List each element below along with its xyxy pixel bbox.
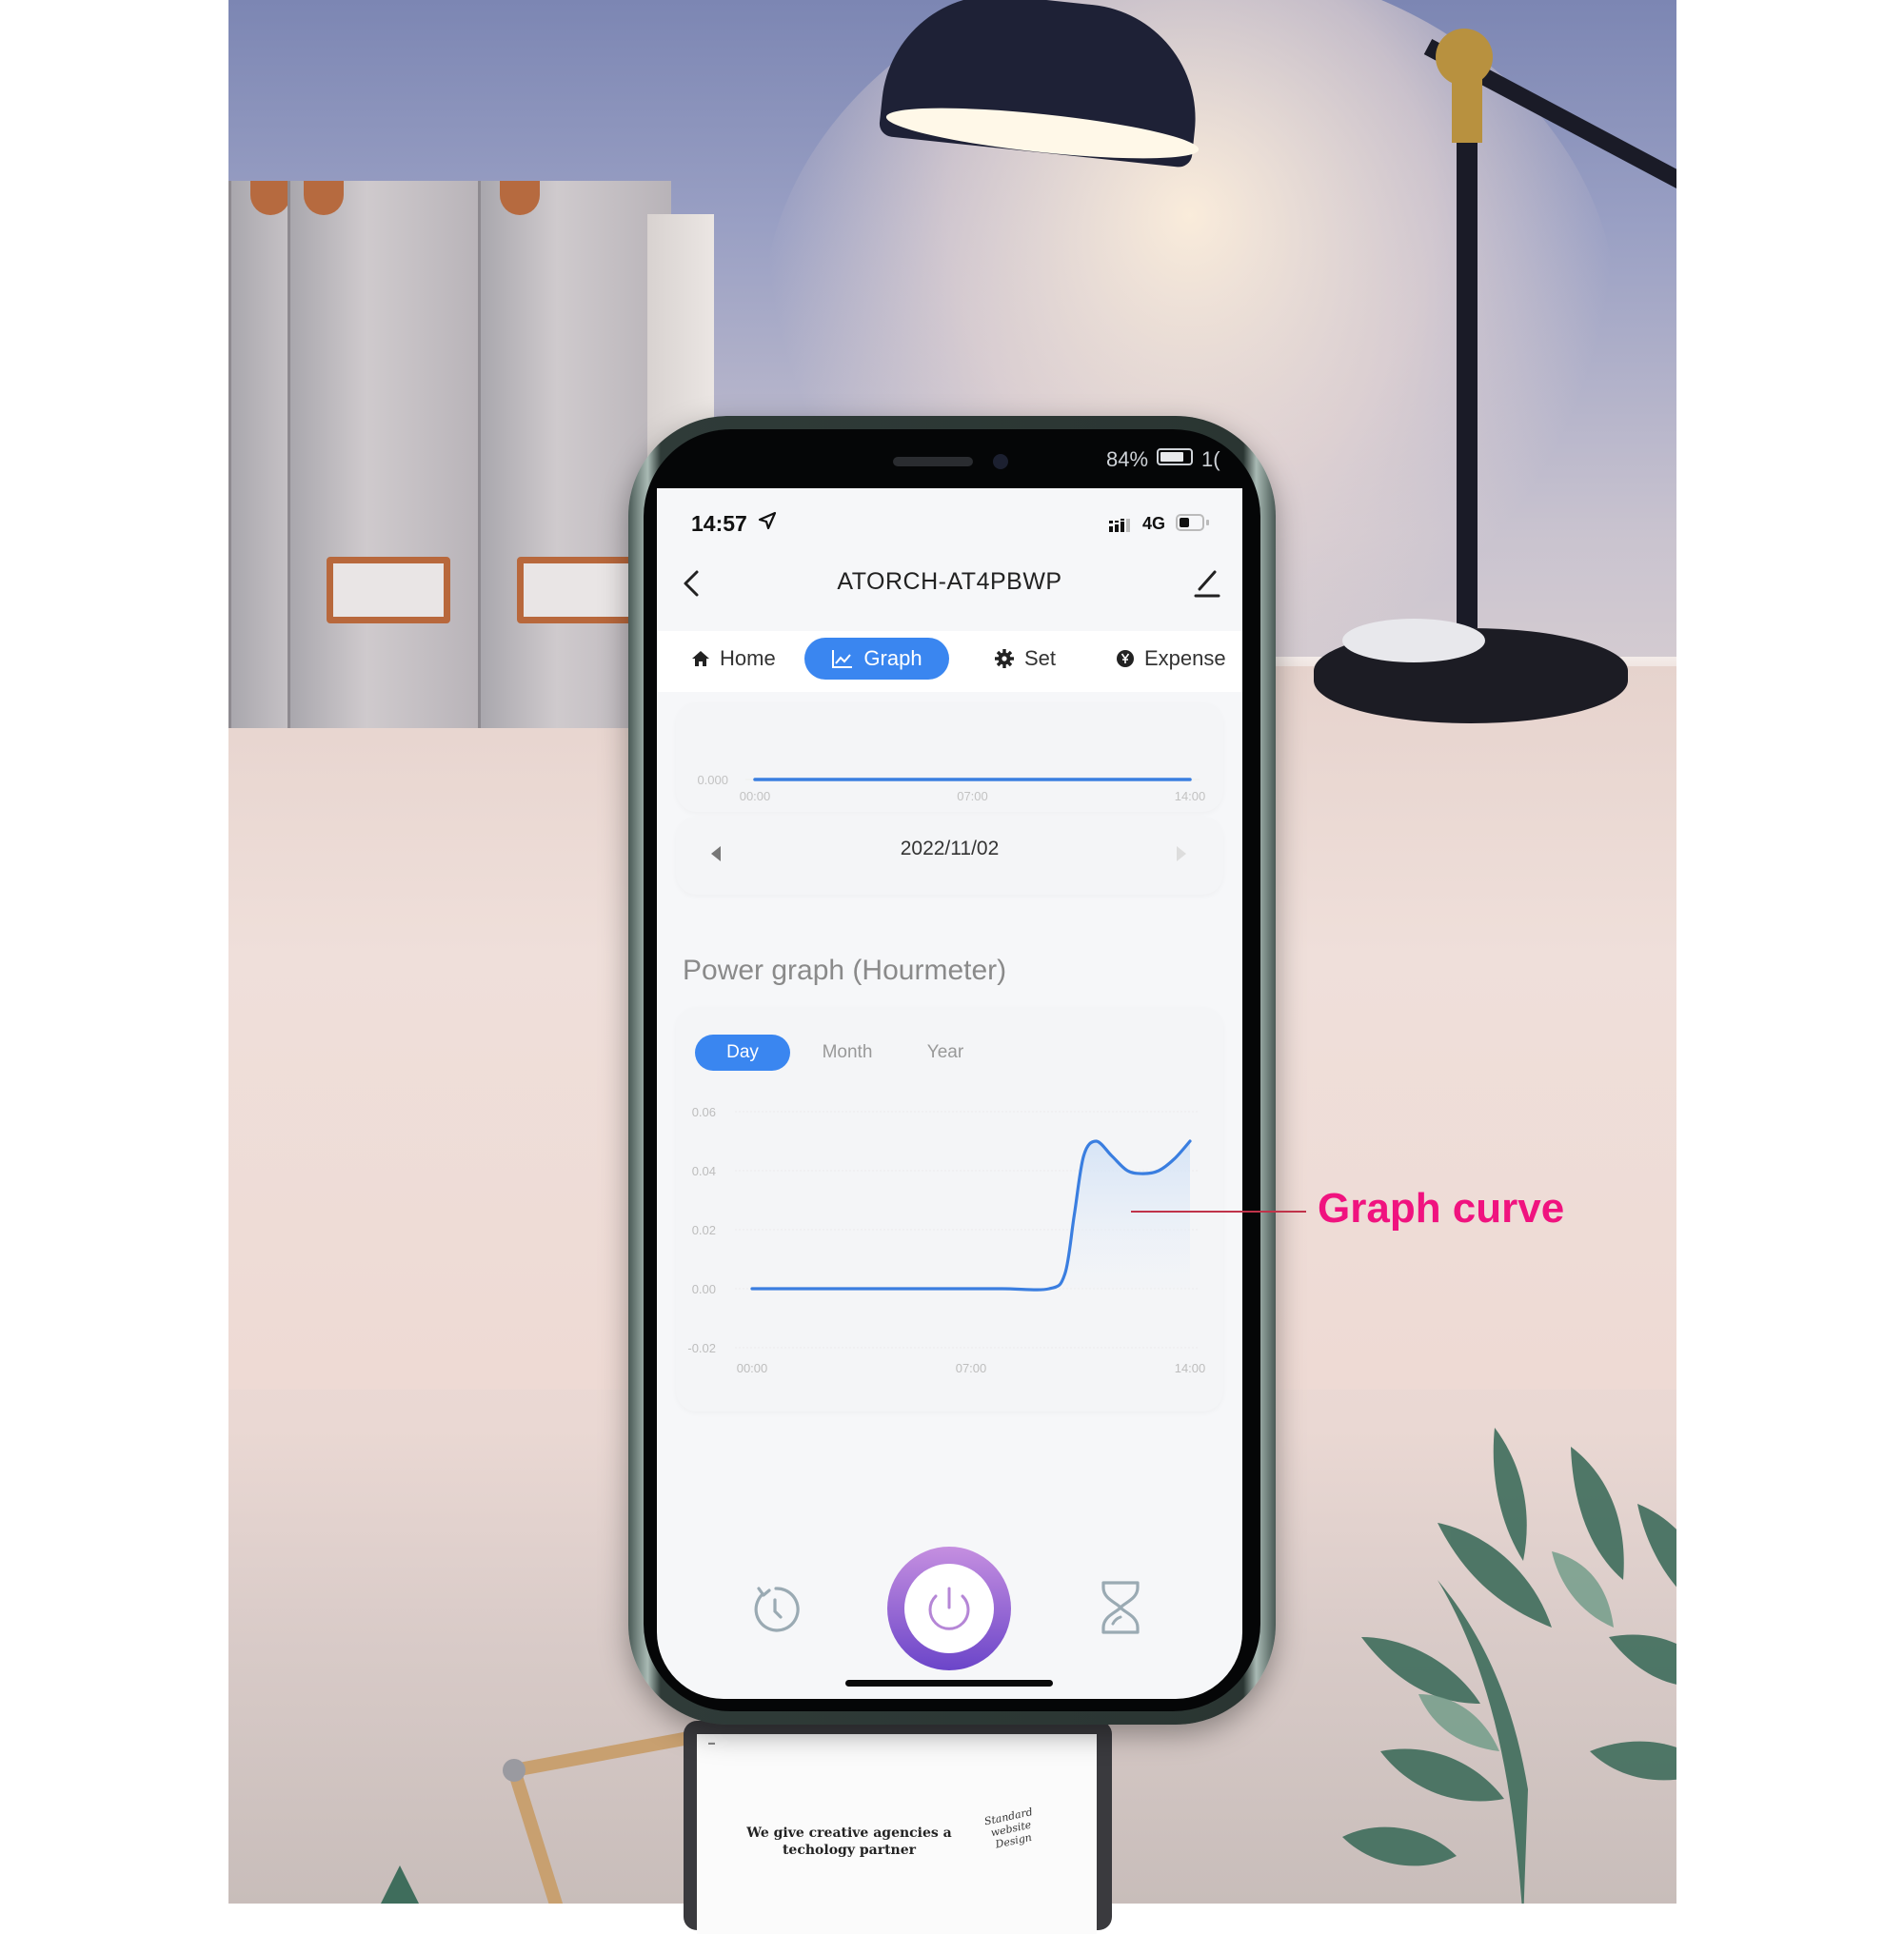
tab-home[interactable]: Home bbox=[691, 638, 776, 680]
line-chart-icon bbox=[831, 648, 854, 669]
power-graph-title: Power graph (Hourmeter) bbox=[683, 955, 1006, 987]
pencil-icon bbox=[1192, 566, 1222, 601]
background-tablet: ▬ We give creative agencies a techology … bbox=[684, 1721, 1112, 1930]
bezel-status-partial: 1( bbox=[1201, 447, 1220, 472]
annotation-label: Graph curve bbox=[1318, 1185, 1564, 1233]
magazine-file bbox=[288, 181, 481, 728]
home-indicator[interactable] bbox=[845, 1680, 1053, 1687]
y-tick-label: 0.000 bbox=[697, 773, 728, 787]
tablet-headline: We give creative agencies a techology pa… bbox=[744, 1825, 954, 1859]
x-tick-label: 00:00 bbox=[737, 1361, 768, 1375]
annotation-leader-line bbox=[1131, 1211, 1306, 1213]
tab-graph-label: Graph bbox=[863, 646, 922, 671]
period-year-button[interactable]: Year bbox=[898, 1035, 993, 1071]
yen-coin-icon bbox=[1116, 649, 1135, 668]
location-arrow-icon bbox=[758, 511, 777, 536]
gear-icon bbox=[994, 648, 1015, 669]
tab-set[interactable]: Set bbox=[994, 638, 1056, 680]
power-button-inner bbox=[904, 1564, 994, 1653]
period-month-button[interactable]: Month bbox=[800, 1035, 895, 1071]
schedule-button[interactable] bbox=[749, 1583, 803, 1641]
period-day-button[interactable]: Day bbox=[695, 1035, 790, 1071]
tab-expense-label: Expense bbox=[1144, 646, 1226, 671]
y-tick-label: -0.02 bbox=[687, 1341, 716, 1355]
front-camera bbox=[993, 454, 1008, 469]
energy-summary-chart: 0.000 00:00 07:00 14:00 bbox=[676, 702, 1223, 812]
y-tick-label: 0.06 bbox=[692, 1105, 716, 1119]
network-type: 4G bbox=[1142, 514, 1165, 534]
selected-date: 2022/11/02 bbox=[657, 838, 1242, 860]
caret-right-icon bbox=[1174, 844, 1189, 863]
lamp-joint bbox=[1452, 76, 1482, 143]
battery-tip bbox=[1206, 520, 1209, 525]
home-icon bbox=[691, 649, 710, 668]
tablet-logo: ▬ bbox=[708, 1740, 715, 1747]
bezel-battery-icon bbox=[1157, 448, 1193, 465]
wireless-charger bbox=[1342, 619, 1485, 662]
battery-level bbox=[1180, 518, 1189, 527]
tab-home-label: Home bbox=[720, 646, 776, 671]
power-graph-chart: 0.06 0.04 0.02 0.00 -0.02 00:00 07:00 14:00 bbox=[657, 1083, 1242, 1407]
next-date-button[interactable] bbox=[1174, 844, 1189, 868]
y-tick-label: 0.00 bbox=[692, 1282, 716, 1296]
countdown-button[interactable] bbox=[1100, 1580, 1141, 1640]
edit-button[interactable] bbox=[1192, 566, 1222, 601]
hourglass-icon bbox=[1100, 1580, 1141, 1635]
status-time: 14:57 bbox=[691, 511, 747, 537]
tab-bar: Home Graph Set Expense bbox=[657, 631, 1242, 692]
signal-strength-icon bbox=[1109, 519, 1138, 532]
x-tick-label: 07:00 bbox=[956, 1361, 987, 1375]
bezel-battery-percent: 84% bbox=[1106, 447, 1148, 472]
energy-summary-chart-card: 0.000 00:00 07:00 14:00 bbox=[676, 702, 1223, 812]
battery-icon bbox=[1176, 514, 1204, 531]
tablet-screen: ▬ We give creative agencies a techology … bbox=[697, 1734, 1097, 1934]
x-tick-label: 14:00 bbox=[1175, 1361, 1206, 1375]
app-screen: 14:57 4G ATORCH-AT4PBWP Home Graph S bbox=[657, 488, 1242, 1699]
page-title: ATORCH-AT4PBWP bbox=[657, 568, 1242, 596]
x-tick-label: 14:00 bbox=[1175, 789, 1206, 803]
tab-expense[interactable]: Expense bbox=[1116, 638, 1226, 680]
tab-graph[interactable]: Graph bbox=[804, 638, 949, 680]
plant bbox=[1323, 1390, 1676, 1904]
earpiece-speaker bbox=[893, 457, 973, 466]
y-tick-label: 0.04 bbox=[692, 1164, 716, 1178]
lamp-pole bbox=[1457, 76, 1478, 628]
x-tick-label: 00:00 bbox=[740, 789, 771, 803]
power-toggle-button[interactable] bbox=[887, 1547, 1011, 1670]
x-tick-label: 07:00 bbox=[957, 789, 988, 803]
power-icon bbox=[904, 1564, 994, 1653]
tab-set-label: Set bbox=[1024, 646, 1056, 671]
y-tick-label: 0.02 bbox=[692, 1223, 716, 1237]
tablet-script-text: Standard website Design bbox=[980, 1805, 1043, 1853]
timer-clock-icon bbox=[749, 1583, 803, 1636]
